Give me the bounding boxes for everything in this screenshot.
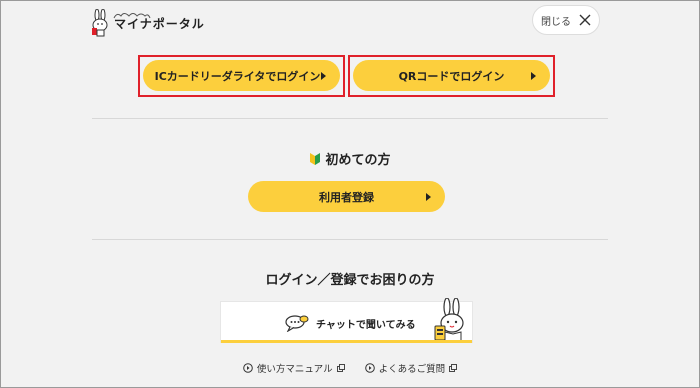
help-heading: ログイン／登録でお困りの方 [265, 273, 435, 288]
manual-link[interactable]: 使い方マニュアル [243, 361, 345, 375]
accent-bar [221, 340, 472, 343]
ic-card-login-button[interactable]: ICカードリーダライタでログイン [143, 60, 340, 91]
first-time-heading-text: 初めての方 [325, 153, 391, 168]
user-registration-button[interactable]: 利用者登録 [248, 181, 445, 212]
faq-link-label: よくあるご質問 [378, 364, 446, 375]
circle-arrow-icon [243, 363, 253, 373]
chat-button[interactable]: チャットで聞いてみる [220, 298, 473, 343]
section-divider [92, 118, 608, 119]
circle-arrow-icon [364, 363, 375, 373]
mynaportal-logo[interactable]: マイナポータル [88, 8, 205, 38]
arrow-right-icon [321, 71, 326, 80]
beginner-mark-icon [310, 153, 321, 165]
user-registration-label: 利用者登録 [319, 190, 374, 204]
close-button[interactable]: 閉じる [532, 5, 600, 35]
ic-card-login-label: ICカードリーダライタでログイン [154, 69, 321, 83]
footer-links: 使い方マニュアル よくあるご質問 [0, 361, 700, 375]
arrow-right-icon [531, 71, 536, 80]
close-icon [579, 14, 591, 26]
qr-code-login-label: QRコードでログイン [398, 69, 505, 83]
section-divider [92, 239, 608, 240]
cloud-icon [113, 13, 151, 19]
manual-link-label: 使い方マニュアル [256, 364, 333, 375]
first-time-heading: 初めての方 [0, 149, 700, 168]
rabbit-mascot-icon [434, 298, 464, 342]
chat-bubble-icon [285, 315, 309, 332]
rabbit-mascot-icon [92, 9, 108, 37]
chat-label: チャットで聞いてみる [316, 320, 416, 331]
faq-link[interactable]: よくあるご質問 [364, 361, 458, 375]
external-window-icon [449, 364, 458, 372]
arrow-right-icon [426, 192, 431, 201]
close-label: 閉じる [541, 16, 571, 28]
external-window-icon [336, 364, 345, 372]
qr-code-login-button[interactable]: QRコードでログイン [353, 60, 550, 91]
